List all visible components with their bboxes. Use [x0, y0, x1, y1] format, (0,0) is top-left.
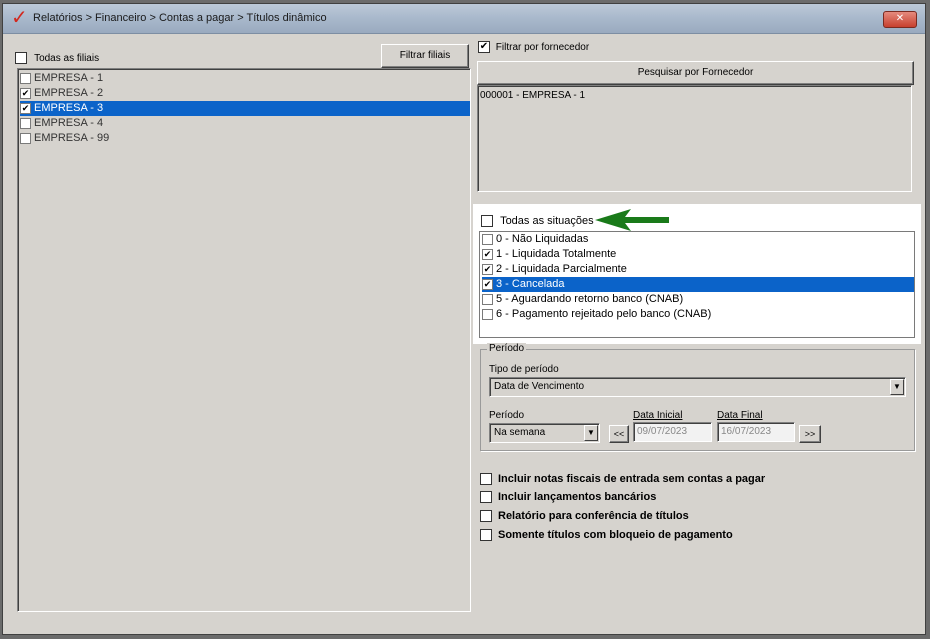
filter-fornecedor-option[interactable]: ✔ Filtrar por fornecedor	[478, 41, 589, 53]
filial-label: EMPRESA - 2	[34, 87, 104, 99]
periodo-label: Período	[489, 410, 525, 421]
filial-item[interactable]: EMPRESA - 4	[20, 116, 468, 131]
filial-checkbox[interactable]	[20, 132, 31, 144]
tipo-periodo-select[interactable]: Data de Vencimento ▼	[489, 377, 906, 397]
all-situacoes-option[interactable]: Todas as situações	[481, 215, 594, 228]
previous-period-button[interactable]: <<	[609, 425, 629, 443]
filter-filiais-label: Filtrar filiais	[399, 50, 451, 61]
filter-fornecedor-checkbox[interactable]: ✔	[478, 41, 490, 53]
next-period-button[interactable]: >>	[799, 425, 821, 443]
search-fornecedor-label: Pesquisar por Fornecedor	[637, 67, 754, 78]
filial-label: EMPRESA - 4	[34, 117, 104, 129]
option-incluir-notas[interactable]: Incluir notas fiscais de entrada sem con…	[480, 473, 766, 486]
periodo-group-label: Período	[487, 343, 527, 354]
data-inicial-label: Data Inicial	[633, 410, 683, 421]
all-situacoes-checkbox[interactable]	[481, 215, 493, 228]
data-inicial-value: 09/07/2023	[637, 426, 688, 437]
situacao-item-selected[interactable]: ✔ 3 - Cancelada	[482, 277, 914, 292]
option-relatorio-conferencia[interactable]: Relatório para conferência de títulos	[480, 510, 689, 523]
situacao-label: 5 - Aguardando retorno banco (CNAB)	[496, 293, 684, 305]
situacoes-list[interactable]: 0 - Não Liquidadas ✔ 1 - Liquidada Totalm…	[479, 231, 915, 338]
option-label: Incluir notas fiscais de entrada sem con…	[498, 473, 766, 485]
fornecedor-list[interactable]: 000001 - EMPRESA - 1	[477, 85, 912, 192]
data-final-value: 16/07/2023	[721, 426, 772, 437]
filial-label: EMPRESA - 3	[34, 102, 104, 114]
window-title: Relatórios > Financeiro > Contas a pagar…	[33, 12, 327, 24]
situacao-checkbox[interactable]: ✔	[482, 248, 493, 260]
situacao-item[interactable]: 5 - Aguardando retorno banco (CNAB)	[482, 292, 912, 307]
situacao-checkbox[interactable]	[482, 293, 493, 305]
filial-checkbox[interactable]: ✔	[20, 102, 31, 114]
situacao-checkbox[interactable]: ✔	[482, 263, 493, 275]
filial-item[interactable]: EMPRESA - 1	[20, 71, 468, 86]
filial-checkbox[interactable]	[20, 117, 31, 129]
situacao-label: 2 - Liquidada Parcialmente	[496, 263, 627, 275]
situacao-label: 0 - Não Liquidadas	[496, 233, 589, 245]
checkmark-logo-icon: ✓	[11, 7, 28, 29]
filial-item[interactable]: EMPRESA - 99	[20, 131, 468, 146]
option-bloqueio-pagamento[interactable]: Somente títulos com bloqueio de pagament…	[480, 529, 733, 542]
data-inicial-field[interactable]: 09/07/2023	[633, 422, 712, 442]
option-label: Relatório para conferência de títulos	[498, 510, 689, 522]
chevron-down-icon[interactable]: ▼	[890, 379, 904, 395]
periodo-group: Período Tipo de período Data de Vencimen…	[480, 343, 915, 451]
report-window: ✓ Relatórios > Financeiro > Contas a pag…	[2, 3, 926, 635]
situacao-checkbox[interactable]: ✔	[482, 278, 493, 290]
situacao-item[interactable]: ✔ 1 - Liquidada Totalmente	[482, 247, 912, 262]
option-checkbox[interactable]	[480, 473, 492, 486]
option-checkbox[interactable]	[480, 529, 492, 542]
title-bar[interactable]: ✓ Relatórios > Financeiro > Contas a pag…	[3, 4, 925, 34]
filter-filiais-button[interactable]: Filtrar filiais	[381, 44, 469, 68]
data-final-field[interactable]: 16/07/2023	[717, 422, 795, 442]
option-label: Incluir lançamentos bancários	[498, 491, 657, 503]
situacao-label: 1 - Liquidada Totalmente	[496, 248, 617, 260]
all-filiais-label: Todas as filiais	[34, 53, 100, 64]
all-situacoes-label: Todas as situações	[500, 215, 594, 227]
next-period-label: >>	[804, 429, 816, 439]
data-final-label: Data Final	[717, 410, 763, 421]
filial-checkbox[interactable]: ✔	[20, 87, 31, 99]
option-checkbox[interactable]	[480, 510, 492, 523]
search-fornecedor-button[interactable]: Pesquisar por Fornecedor	[477, 61, 914, 85]
filial-label: EMPRESA - 99	[34, 132, 110, 144]
option-checkbox[interactable]	[480, 491, 492, 504]
close-button[interactable]: ✕	[883, 11, 917, 28]
situacao-label: 6 - Pagamento rejeitado pelo banco (CNAB…	[496, 308, 712, 320]
filial-item[interactable]: ✔ EMPRESA - 2	[20, 86, 468, 101]
all-filiais-checkbox[interactable]	[15, 52, 27, 65]
filial-label: EMPRESA - 1	[34, 72, 104, 84]
situacao-label: 3 - Cancelada	[496, 278, 565, 290]
option-incluir-lancamentos[interactable]: Incluir lançamentos bancários	[480, 491, 657, 504]
all-filiais-option[interactable]: Todas as filiais	[15, 52, 100, 65]
fornecedor-label: 000001 - EMPRESA - 1	[480, 90, 586, 101]
situacao-checkbox[interactable]	[482, 308, 493, 320]
periodo-value: Na semana	[494, 427, 546, 438]
situacao-item[interactable]: ✔ 2 - Liquidada Parcialmente	[482, 262, 912, 277]
situacao-item[interactable]: 0 - Não Liquidadas	[482, 232, 912, 247]
close-icon: ✕	[895, 13, 905, 24]
option-label: Somente títulos com bloqueio de pagament…	[498, 529, 733, 541]
fornecedor-item[interactable]: 000001 - EMPRESA - 1	[480, 88, 909, 103]
filial-item-selected[interactable]: ✔ EMPRESA - 3	[20, 101, 470, 116]
filiais-list[interactable]: EMPRESA - 1 ✔ EMPRESA - 2 ✔ EMPRESA - 3 EM…	[17, 68, 471, 612]
situacao-item[interactable]: 6 - Pagamento rejeitado pelo banco (CNAB…	[482, 307, 912, 322]
situacoes-panel: Todas as situações 0 - Não Liquidadas ✔ 1…	[473, 204, 921, 344]
tipo-periodo-label: Tipo de período	[489, 364, 559, 375]
tipo-periodo-value: Data de Vencimento	[494, 381, 585, 392]
green-arrow-icon	[595, 209, 669, 231]
chevron-down-icon[interactable]: ▼	[584, 425, 598, 441]
filial-checkbox[interactable]	[20, 72, 31, 84]
periodo-select[interactable]: Na semana ▼	[489, 423, 600, 443]
situacao-checkbox[interactable]	[482, 233, 493, 245]
previous-period-label: <<	[613, 429, 625, 439]
filter-fornecedor-label: Filtrar por fornecedor	[495, 41, 590, 53]
